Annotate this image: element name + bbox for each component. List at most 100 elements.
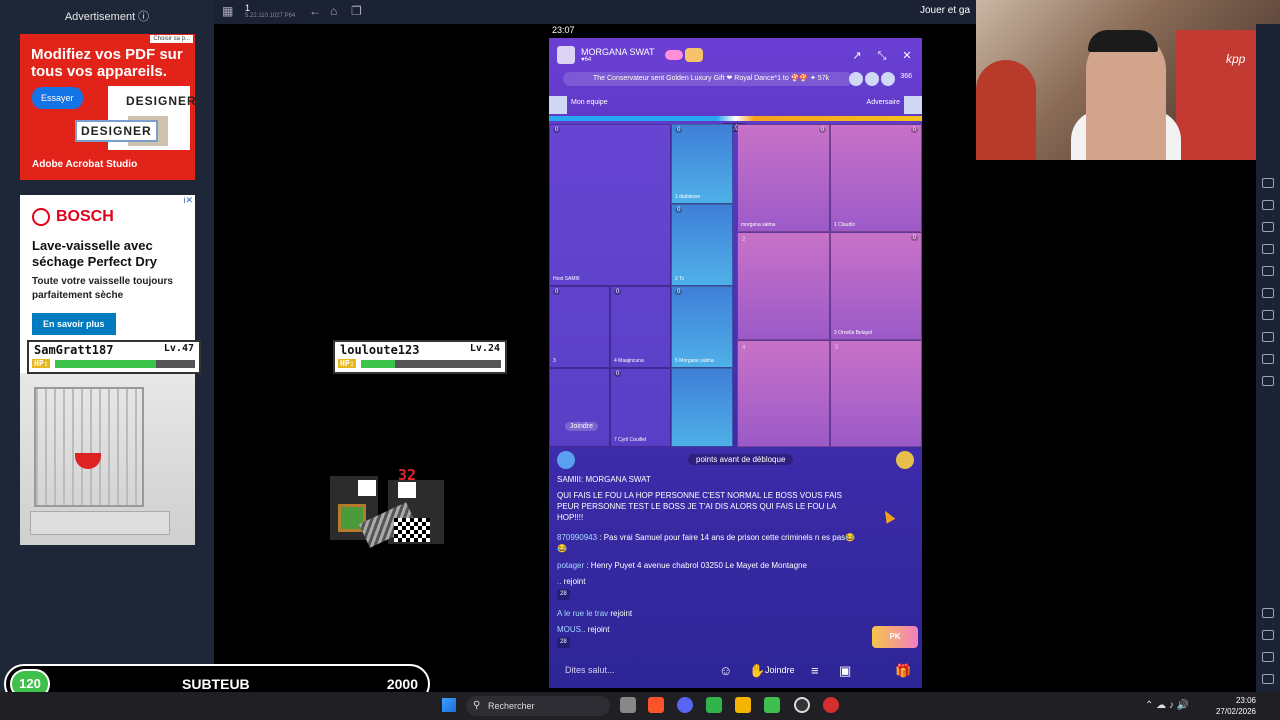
brave-browser-icon[interactable] xyxy=(648,697,664,713)
home-icon[interactable]: ⌂ xyxy=(330,4,337,18)
join-seat-button[interactable]: Joindre xyxy=(565,422,598,431)
media-player-icon[interactable] xyxy=(823,697,839,713)
slot-number: 2 xyxy=(742,237,746,243)
my-team-icon xyxy=(549,96,567,114)
webcam-person-left xyxy=(976,60,1036,160)
chat-input[interactable]: Dites salut... xyxy=(565,665,615,675)
location-icon[interactable] xyxy=(1262,332,1274,342)
ad-choice-badge[interactable]: Choisir sa p... xyxy=(150,35,193,43)
viewer-avatar[interactable] xyxy=(881,72,895,86)
back-icon[interactable]: ← xyxy=(309,4,321,18)
multi-window-icon[interactable]: ❐ xyxy=(351,4,362,18)
coin-icon[interactable] xyxy=(896,451,914,469)
performance-icon[interactable] xyxy=(1262,178,1274,188)
join-button[interactable]: Joindre xyxy=(765,665,795,675)
discord-icon[interactable] xyxy=(677,697,693,713)
opponent-icon xyxy=(904,96,922,114)
try-button[interactable]: Essayer xyxy=(32,87,83,109)
ad-brand: Adobe Acrobat Studio xyxy=(32,159,138,170)
follow-badge-icon[interactable] xyxy=(665,50,683,60)
system-tray-icons[interactable]: ⌃ ☁ ♪ 🔊 xyxy=(1145,700,1189,711)
shake-icon[interactable] xyxy=(1262,288,1274,298)
play-icon[interactable] xyxy=(764,697,780,713)
adchoices-icon[interactable]: i✕ xyxy=(183,195,193,206)
player-level: Lv.24 xyxy=(469,343,500,354)
host-avatar[interactable] xyxy=(557,46,575,64)
search-icon: ⚲ xyxy=(473,700,481,711)
guest-cell[interactable]: 0 1 diablesse xyxy=(671,124,733,204)
opponent-cell[interactable]: 2 xyxy=(737,232,830,340)
opponent-cell[interactable]: 0 3 Ornella Belayel xyxy=(830,232,922,340)
hand-wave-icon[interactable]: ✋ xyxy=(749,663,765,679)
clock[interactable]: 23:06 27/02/2026 xyxy=(1216,695,1256,717)
bosch-brand: BOSCH xyxy=(56,208,114,225)
home-nav-icon[interactable] xyxy=(1262,652,1274,662)
rotate-icon[interactable] xyxy=(1262,266,1274,276)
opponent-cell[interactable]: 0 1 Claudio xyxy=(830,124,922,232)
viewer-avatar[interactable] xyxy=(849,72,863,86)
obs-icon[interactable] xyxy=(794,697,810,713)
crown-icon[interactable] xyxy=(685,48,703,62)
sync-icon[interactable] xyxy=(1262,376,1274,386)
file-explorer-icon[interactable] xyxy=(620,697,636,713)
emoji-icon[interactable]: ☺ xyxy=(719,663,732,678)
guest-cell[interactable]: 0 4 Maajincuna xyxy=(610,286,671,368)
recents-icon[interactable] xyxy=(1262,674,1274,684)
screenshot-icon[interactable] xyxy=(1262,200,1274,210)
hp-fill xyxy=(55,360,156,368)
play-and-earn-link[interactable]: Jouer et ga xyxy=(920,5,970,16)
minimize-icon[interactable]: ⤡ xyxy=(874,48,890,64)
eco-icon[interactable] xyxy=(1262,310,1274,320)
taskbar-search[interactable]: ⚲ Rechercher xyxy=(466,696,610,716)
guest-cell[interactable]: 0 2 Tc xyxy=(671,204,733,286)
live-stream-app: MORGANA SWAT ♥64 ↗ ⤡ ✕ The Conservateur … xyxy=(549,38,922,688)
gift-icon[interactable]: 🎁 xyxy=(895,663,911,679)
share-icon[interactable]: ↗ xyxy=(849,48,865,64)
viewer-count[interactable]: 366 xyxy=(900,73,912,80)
cell-name: 4 Maajincuna xyxy=(614,358,644,364)
host-name: MORGANA SWAT xyxy=(581,47,655,57)
opponent-cell[interactable]: 4 xyxy=(737,340,830,447)
cell-badge: 0 xyxy=(675,207,683,213)
opponent-cell[interactable]: 0 morgana salma xyxy=(737,124,830,232)
guest-cell[interactable]: 0 5 Morgane salma xyxy=(671,286,733,368)
status-time: 23:07 xyxy=(552,25,575,35)
player-card: louloute123 Lv.24 HP: xyxy=(333,340,507,374)
slot-number: 5 xyxy=(835,345,839,351)
cell-badge: 0 xyxy=(614,371,622,377)
score-name: SUBTEUB xyxy=(182,676,250,692)
cell-name: 5 Morgane salma xyxy=(675,358,714,364)
settings-icon[interactable] xyxy=(1262,608,1274,618)
bosch-subline: Toute votre vaisselle toujours parfaitem… xyxy=(32,276,173,301)
game-icon[interactable]: ▣ xyxy=(839,663,851,679)
pk-button[interactable]: PK xyxy=(872,626,918,648)
record-icon[interactable] xyxy=(1262,222,1274,232)
bluestacks-icon[interactable] xyxy=(735,697,751,713)
close-icon[interactable]: ✕ xyxy=(899,48,915,64)
windows-start-icon[interactable] xyxy=(442,698,456,712)
slot-number: 4 xyxy=(742,345,746,351)
guest-cell[interactable]: 0 3 xyxy=(549,286,610,368)
viewer-avatar[interactable] xyxy=(865,72,879,86)
my-team-label: Mon equipe xyxy=(571,99,608,106)
opponent-cell[interactable]: 5 xyxy=(830,340,922,447)
cell-badge: 0 xyxy=(910,127,918,133)
dishwasher-image xyxy=(20,373,195,545)
webcam-jersey-logo: kpp xyxy=(1226,52,1246,66)
adobe-ad[interactable]: Choisir sa p... Modifiez vos PDF sur tou… xyxy=(20,34,195,180)
earth-icon[interactable] xyxy=(557,451,575,469)
guest-cell[interactable]: 0 7 Cyril Couillet xyxy=(610,368,671,447)
pk-progress-bar xyxy=(549,116,922,121)
menu-icon[interactable]: ≡ xyxy=(811,663,819,678)
back-nav-icon[interactable] xyxy=(1262,630,1274,640)
host-info[interactable]: MORGANA SWAT ♥64 xyxy=(557,46,703,66)
guest-cell[interactable]: 0 Host SAMIII xyxy=(549,124,671,286)
hp-label: HP: xyxy=(32,359,51,368)
media-icon[interactable] xyxy=(1262,244,1274,254)
layers-icon[interactable] xyxy=(1262,354,1274,364)
unlock-banner: points avant de débloque xyxy=(688,454,794,465)
learn-more-button[interactable]: En savoir plus xyxy=(32,313,116,335)
guest-cell-empty[interactable] xyxy=(671,368,733,447)
guest-cell-empty[interactable] xyxy=(549,368,610,447)
spreadsheet-icon[interactable] xyxy=(706,697,722,713)
